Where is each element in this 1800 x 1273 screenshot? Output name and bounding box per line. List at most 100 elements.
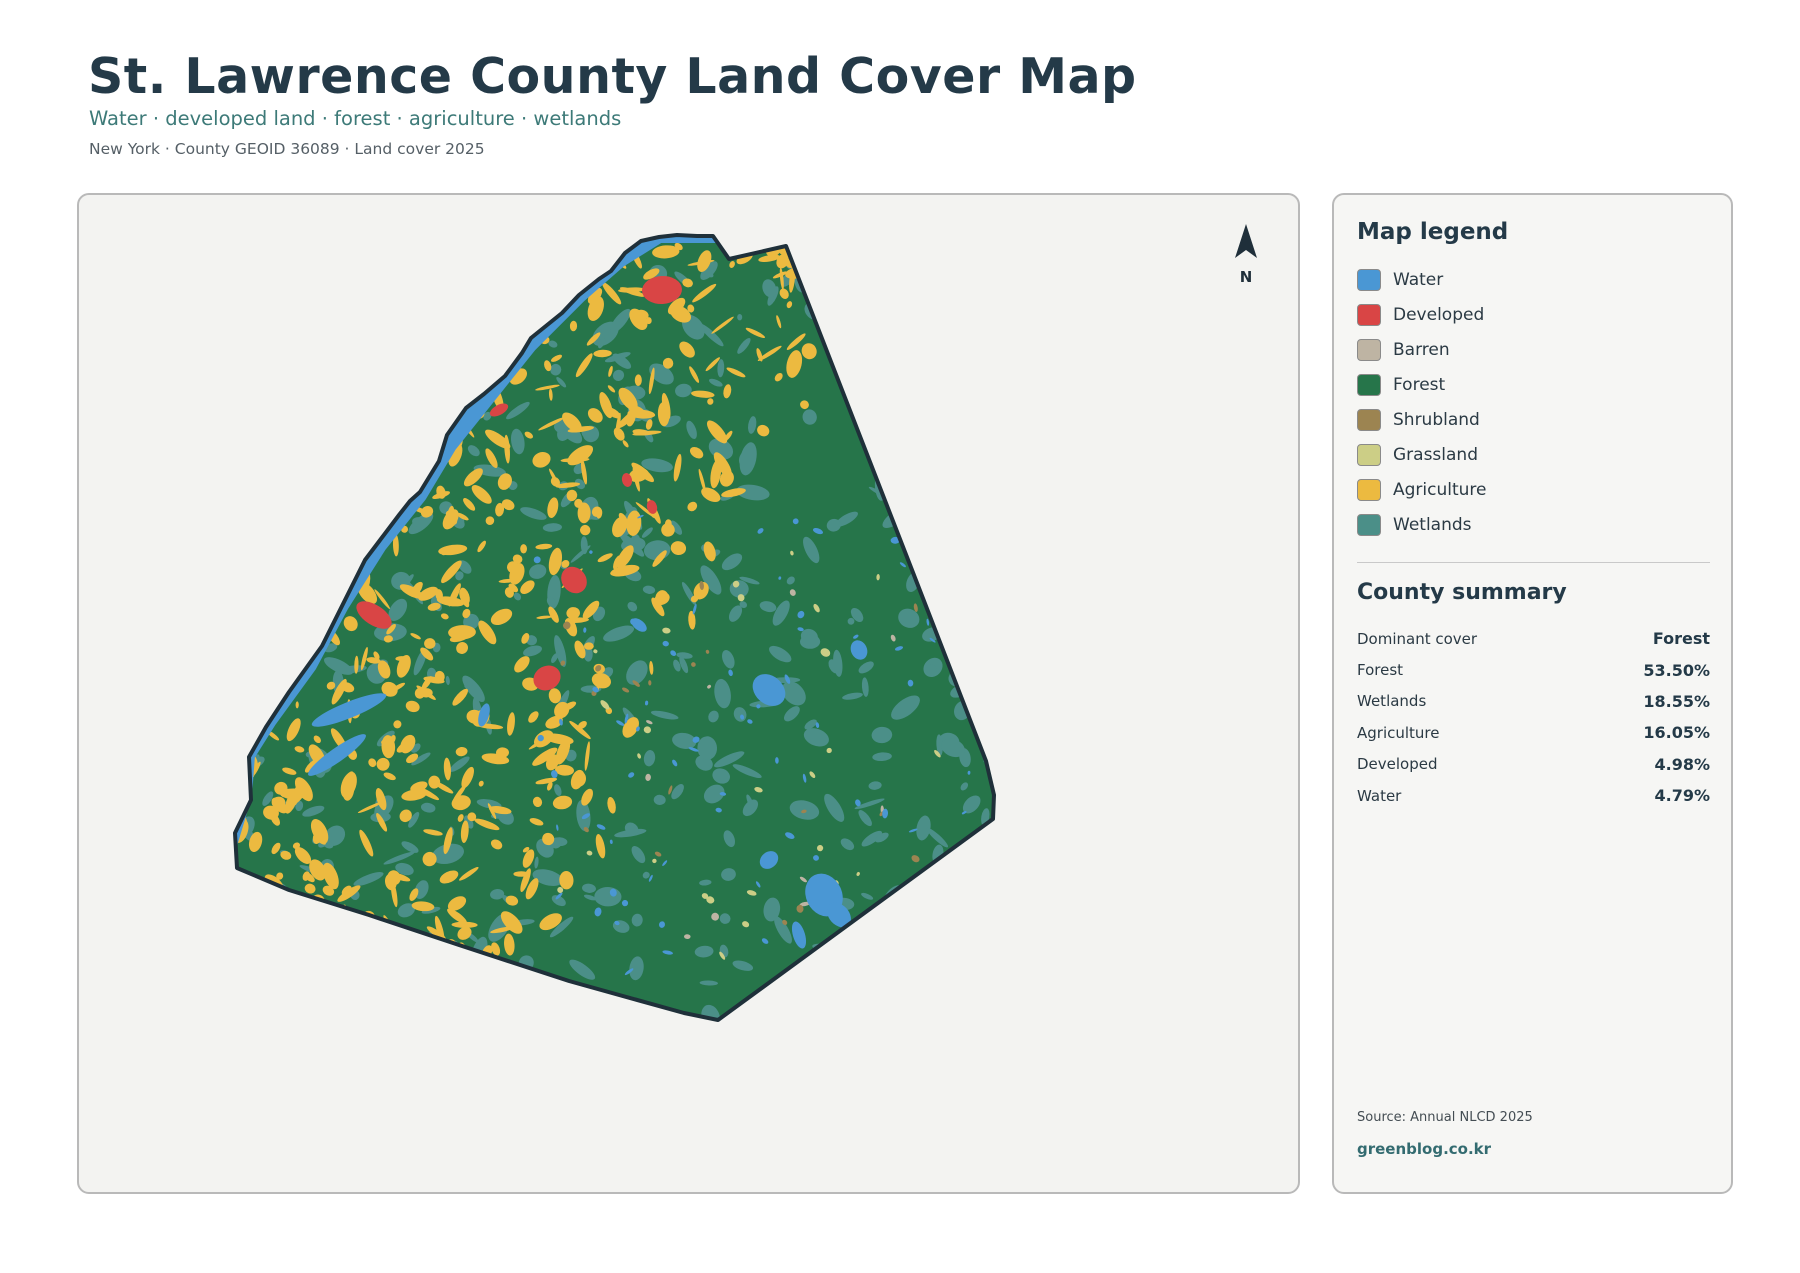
agriculture-patch [247, 484, 268, 499]
wetland-patch [241, 248, 250, 258]
wetland-patch [335, 388, 354, 395]
shrub-grass-patch [815, 956, 824, 965]
agriculture-patch [823, 265, 834, 294]
agriculture-patch [330, 554, 357, 574]
agriculture-patch [346, 511, 361, 519]
legend-item-shrubland[interactable]: Shrubland [1357, 402, 1487, 437]
wetland-patch [285, 452, 295, 461]
wetland-patch [506, 287, 525, 301]
site-link[interactable]: greenblog.co.kr [1357, 1140, 1491, 1158]
agriculture-patch [353, 922, 361, 931]
wetland-patch [418, 999, 439, 1014]
legend-item-agriculture[interactable]: Agriculture [1357, 472, 1487, 507]
agriculture-patch [285, 651, 291, 673]
legend-item-water[interactable]: Water [1357, 262, 1487, 297]
legend-swatch-water [1357, 268, 1381, 291]
map-panel[interactable] [77, 193, 1300, 1194]
agriculture-patch [358, 264, 375, 275]
legend-swatch-agriculture [1357, 478, 1381, 501]
agriculture-patch [322, 361, 342, 380]
agriculture-patch [481, 272, 498, 290]
agriculture-patch [462, 290, 488, 296]
agriculture-patch [419, 305, 437, 320]
wetland-patch [990, 670, 994, 687]
wetland-patch [274, 293, 283, 303]
agriculture-patch [824, 302, 834, 317]
agriculture-patch [283, 309, 295, 320]
wetland-patch [879, 427, 896, 449]
agriculture-patch [310, 571, 335, 593]
wetland-patch [245, 924, 278, 934]
north-label: N [1239, 268, 1253, 286]
agriculture-patch [418, 360, 429, 379]
agriculture-patch [484, 260, 503, 277]
wetland-patch [967, 319, 990, 340]
legend-divider [1357, 562, 1710, 563]
agriculture-patch [265, 340, 286, 359]
wetland-patch [309, 1018, 323, 1020]
agriculture-patch [280, 372, 289, 383]
agriculture-patch [478, 294, 494, 307]
wetland-patch [545, 235, 559, 246]
wetland-patch [972, 584, 993, 599]
agriculture-patch [492, 272, 504, 283]
legend-swatch-developed [1357, 303, 1381, 326]
wetland-patch [462, 276, 468, 286]
agriculture-patch [452, 266, 482, 278]
wetland-patch [577, 272, 584, 282]
agriculture-patch [407, 406, 416, 414]
wetland-patch [318, 459, 338, 479]
summary-row: Water 4.79% [1357, 780, 1710, 811]
wetland-patch [399, 339, 427, 360]
wetland-patch [328, 415, 346, 423]
agriculture-patch [240, 480, 260, 503]
agriculture-patch [319, 496, 329, 510]
wetland-patch [309, 371, 335, 396]
wetland-patch [493, 269, 510, 276]
wetland-patch [288, 353, 300, 364]
agriculture-patch [387, 426, 393, 439]
agriculture-patch [350, 461, 373, 471]
wetland-patch [977, 376, 994, 400]
wetland-patch [329, 392, 340, 407]
legend-item-wetlands[interactable]: Wetlands [1357, 507, 1487, 542]
wetland-patch [255, 704, 270, 717]
wetland-patch [272, 483, 283, 492]
agriculture-patch [327, 563, 352, 582]
wetland-patch [918, 906, 927, 925]
agriculture-patch [261, 955, 286, 974]
agriculture-patch [329, 447, 342, 461]
agriculture-patch [513, 242, 532, 263]
agriculture-patch [255, 302, 271, 323]
legend-item-developed[interactable]: Developed [1357, 297, 1487, 332]
wetland-patch [439, 354, 446, 363]
land-cover-map[interactable] [79, 195, 1300, 1194]
agriculture-patch [235, 659, 262, 670]
agriculture-patch [554, 273, 565, 280]
wetland-patch [934, 321, 954, 342]
pond [851, 966, 858, 975]
agriculture-patch [419, 293, 446, 309]
wetland-patch [360, 922, 378, 940]
legend-item-grassland[interactable]: Grassland [1357, 437, 1487, 472]
wetland-patch [524, 250, 537, 263]
wetland-patch [925, 452, 938, 465]
agriculture-patch [448, 292, 458, 301]
wetland-patch [854, 258, 880, 272]
wetland-patch [261, 506, 271, 517]
legend-item-forest[interactable]: Forest [1357, 367, 1487, 402]
wetland-patch [266, 446, 286, 453]
agriculture-patch [272, 968, 288, 979]
agriculture-patch [387, 311, 399, 324]
agriculture-patch [822, 267, 834, 275]
agriculture-patch [377, 363, 387, 374]
wetland-patch [809, 275, 825, 291]
wetland-patch [337, 918, 348, 938]
agriculture-patch [241, 407, 250, 414]
wetland-patch [381, 406, 397, 432]
agriculture-patch [361, 494, 375, 511]
wetland-patch [325, 961, 337, 972]
legend-item-barren[interactable]: Barren [1357, 332, 1487, 367]
agriculture-patch [271, 950, 296, 959]
agriculture-patch [442, 379, 454, 390]
